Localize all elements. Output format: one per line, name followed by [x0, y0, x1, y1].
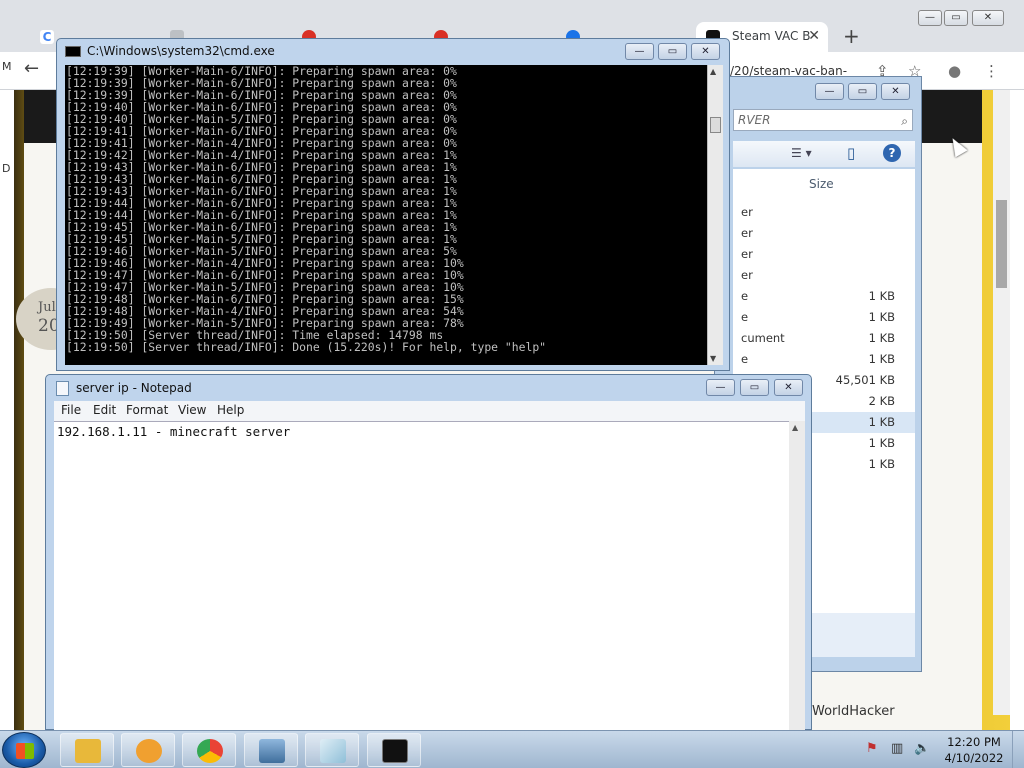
cmd-icon — [65, 46, 81, 57]
explorer-close-button[interactable]: ✕ — [881, 83, 910, 100]
chrome-maximize-button[interactable]: ▭ — [944, 10, 968, 26]
notepad-close-button[interactable]: ✕ — [774, 379, 803, 396]
menu-view[interactable]: View — [178, 403, 206, 417]
page-scroll-thumb[interactable] — [996, 200, 1007, 288]
taskbar-explorer[interactable] — [60, 733, 114, 767]
cmd-console-output[interactable]: [12:19:39] [Worker-Main-6/INFO]: Prepari… — [65, 65, 707, 365]
notepad-icon — [56, 381, 69, 396]
explorer-minimize-button[interactable]: — — [815, 83, 844, 100]
explorer-maximize-button[interactable]: ▭ — [848, 83, 877, 100]
page-scrollbar[interactable] — [993, 90, 1010, 715]
list-item[interactable]: er — [733, 244, 915, 265]
list-item[interactable]: e1 KB — [733, 349, 915, 370]
photo-viewer-icon — [259, 739, 285, 763]
list-item[interactable]: e1 KB — [733, 286, 915, 307]
start-button[interactable] — [2, 732, 46, 768]
list-item[interactable]: er — [733, 202, 915, 223]
new-tab-button[interactable]: + — [843, 24, 860, 48]
chrome-close-button[interactable]: ✕ — [972, 10, 1004, 26]
list-item[interactable]: cument 1 KB — [733, 328, 915, 349]
taskbar-media-player[interactable] — [121, 733, 175, 767]
page-edge-text: D — [2, 162, 11, 175]
cmd-icon — [382, 739, 408, 763]
explorer-search-input[interactable]: RVER ⌕ — [733, 109, 913, 131]
page-edge-text: M — [2, 60, 12, 73]
clock-time: 12:20 PM — [947, 735, 1001, 749]
cmd-maximize-button[interactable]: ▭ — [658, 43, 687, 60]
cmd-window: C:\Windows\system32\cmd.exe — ▭ ✕ [12:19… — [56, 38, 730, 371]
cmd-minimize-button[interactable]: — — [625, 43, 654, 60]
cmd-close-button[interactable]: ✕ — [691, 43, 720, 60]
network-icon[interactable]: ▥ — [891, 741, 903, 756]
view-options-icon[interactable]: ☰ ▾ — [791, 146, 812, 160]
menu-file[interactable]: File — [61, 403, 81, 417]
search-text: RVER — [738, 113, 771, 127]
list-item[interactable]: e1 KB — [733, 307, 915, 328]
help-icon[interactable]: ? — [883, 144, 901, 162]
windows-logo-icon — [16, 743, 34, 759]
search-icon[interactable]: ⌕ — [901, 111, 908, 131]
volume-icon[interactable]: 🔈 — [914, 741, 930, 756]
notepad-window-title: server ip - Notepad — [76, 381, 192, 395]
explorer-command-bar: ☰ ▾ ▯ ? — [733, 141, 915, 167]
cmd-scroll-thumb[interactable] — [710, 117, 721, 133]
system-clock[interactable]: 12:20 PM 4/10/2022 — [944, 734, 1004, 766]
page-footer-text[interactable]: WorldHacker — [812, 704, 895, 719]
list-item[interactable]: er — [733, 265, 915, 286]
chrome-icon — [197, 739, 223, 763]
taskbar: ⚑ ▥ 🔈 12:20 PM 4/10/2022 — [0, 730, 1024, 768]
notepad-minimize-button[interactable]: — — [706, 379, 735, 396]
tab-title: Steam VAC B — [732, 29, 811, 43]
scroll-down-arrow-icon[interactable]: ▼ — [710, 354, 716, 363]
menu-format[interactable]: Format — [126, 403, 168, 417]
notepad-scrollbar[interactable]: ▲ — [789, 421, 805, 731]
notepad-text-area[interactable]: 192.168.1.11 - minecraft server — [54, 421, 789, 731]
taskbar-chrome[interactable] — [182, 733, 236, 767]
close-tab-icon[interactable]: ✕ — [808, 28, 820, 44]
profile-icon[interactable]: ● — [948, 62, 961, 80]
console-line: [12:19:50] [Server thread/INFO]: Done (1… — [66, 340, 547, 354]
menu-help[interactable]: Help — [217, 403, 244, 417]
media-player-icon — [136, 739, 162, 763]
chrome-minimize-button[interactable]: — — [918, 10, 942, 26]
folder-icon — [75, 739, 101, 763]
notepad-menu-bar: File Edit Format View Help — [54, 401, 805, 421]
action-center-flag-icon[interactable]: ⚑ — [866, 741, 878, 756]
scroll-up-arrow-icon[interactable]: ▲ — [792, 423, 798, 432]
notepad-icon — [320, 739, 346, 763]
back-arrow-icon[interactable]: ← — [24, 58, 39, 79]
taskbar-cmd[interactable] — [367, 733, 421, 767]
scroll-up-arrow-icon[interactable]: ▲ — [710, 67, 716, 76]
menu-edit[interactable]: Edit — [93, 403, 116, 417]
google-icon: C — [40, 30, 54, 44]
cmd-scrollbar[interactable]: ▲ ▼ — [707, 65, 723, 365]
cmd-window-title: C:\Windows\system32\cmd.exe — [87, 44, 275, 58]
notepad-maximize-button[interactable]: ▭ — [740, 379, 769, 396]
show-desktop-button[interactable] — [1012, 731, 1024, 768]
taskbar-photo-viewer[interactable] — [244, 733, 298, 767]
notepad-window: server ip - Notepad — ▭ ✕ File Edit Form… — [45, 374, 812, 731]
preview-pane-icon[interactable]: ▯ — [847, 144, 855, 162]
clock-date: 4/10/2022 — [944, 751, 1004, 765]
date-month: Jul — [38, 300, 56, 315]
chrome-menu-icon[interactable]: ⋮ — [984, 62, 999, 80]
taskbar-notepad[interactable] — [305, 733, 359, 767]
list-item[interactable]: er — [733, 223, 915, 244]
column-header-size[interactable]: Size — [809, 177, 834, 191]
